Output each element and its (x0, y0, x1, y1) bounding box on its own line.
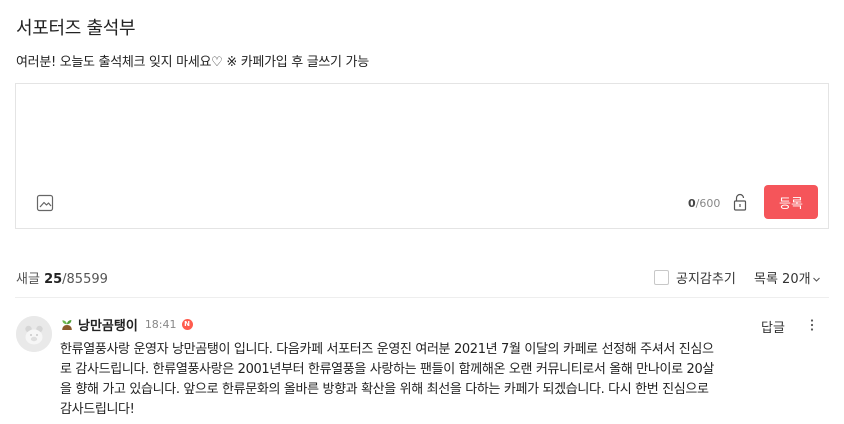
comment-input[interactable] (16, 84, 828, 179)
hide-notice-label[interactable]: 공지감추기 (676, 268, 736, 287)
submit-button[interactable]: 등록 (764, 185, 818, 219)
new-post-count: 25 (44, 272, 63, 287)
comment-editor: 0/600 등록 (15, 83, 829, 229)
more-options-icon[interactable] (804, 317, 820, 333)
total-post-count: /85599 (62, 272, 108, 287)
new-post-label: 새글 (16, 272, 40, 287)
avatar[interactable] (16, 316, 52, 352)
post-count: 새글 25/85599 (16, 268, 108, 287)
char-counter: 0/600 (688, 197, 720, 210)
page-title: 서포터즈 출석부 (16, 18, 136, 39)
char-count-max: /600 (695, 197, 721, 210)
chevron-down-icon (812, 277, 820, 282)
reply-button[interactable]: 답글 (761, 317, 785, 336)
list-size-dropdown[interactable]: 목록 20개 (754, 268, 821, 287)
comment-time: 18:41 (144, 317, 177, 331)
hide-notice-checkbox[interactable] (654, 270, 669, 285)
list-size-label: 목록 20개 (754, 272, 811, 287)
notice-text: 여러분! 오늘도 출석체크 잊지 마세요♡ ※ 카페가입 후 글쓰기 가능 (16, 55, 369, 70)
divider (15, 297, 829, 298)
comment-text: 한류열풍사랑 운영자 낭만곰탱이 입니다. 다음카페 서포터즈 운영진 여러분 … (60, 342, 714, 417)
char-count-value: 0 (688, 197, 696, 210)
comment-nickname[interactable]: 낭만곰탱이 (78, 315, 138, 334)
comment-header: 낭만곰탱이 18:41 N (60, 315, 193, 334)
lock-icon[interactable] (732, 192, 748, 212)
new-badge: N (181, 318, 193, 330)
sprout-level-icon (62, 320, 72, 330)
image-icon[interactable] (36, 194, 54, 212)
